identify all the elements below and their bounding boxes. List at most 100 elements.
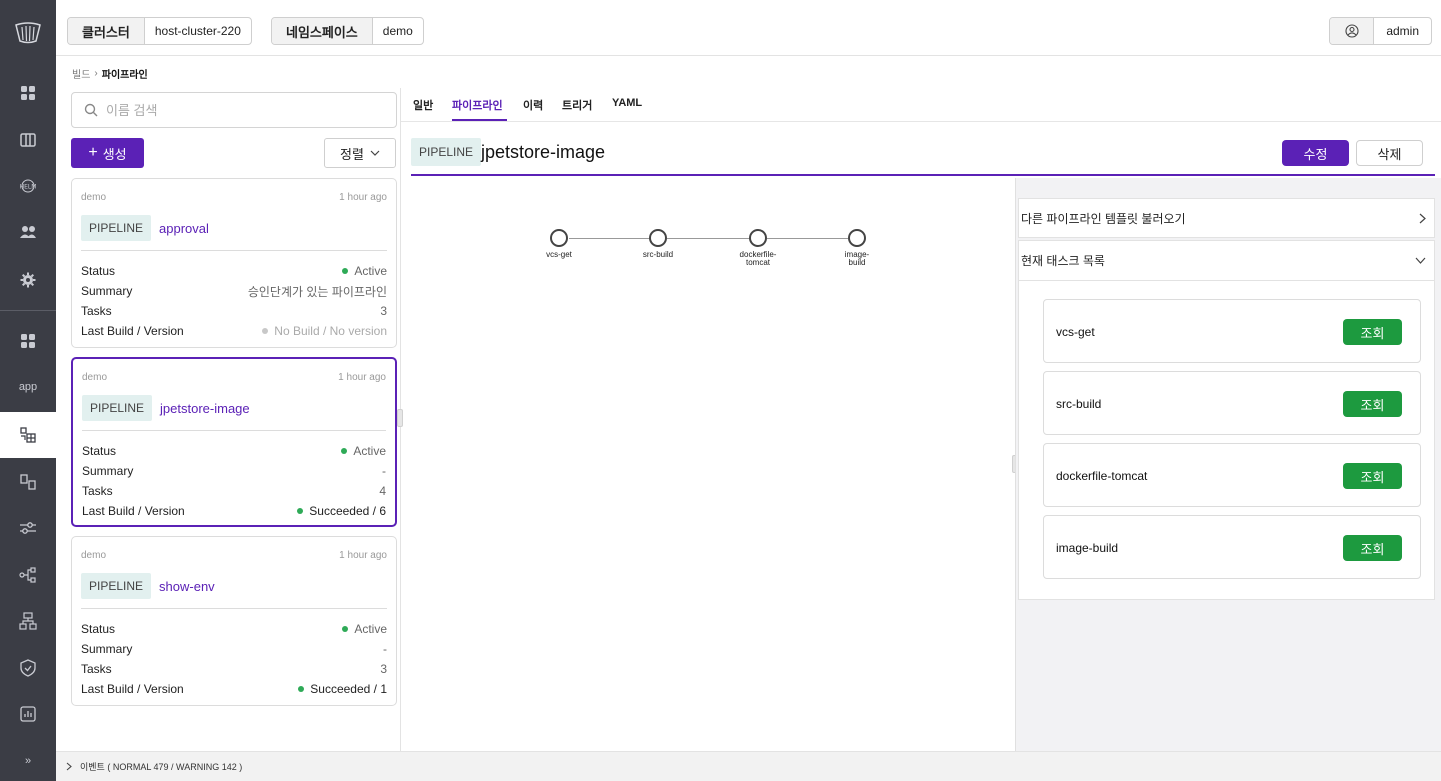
shield-icon[interactable]	[0, 645, 56, 691]
tasks-value: 3	[380, 662, 387, 676]
detail-header: PIPELINE jpetstore-image 수정 삭제	[411, 138, 1435, 176]
card-divider	[81, 250, 387, 251]
status-label: Status	[82, 444, 117, 458]
summary-label: Summary	[82, 464, 134, 478]
edit-button[interactable]: 수정	[1282, 140, 1349, 166]
tasks-row: Tasks 4	[82, 481, 386, 501]
graph-edge	[767, 238, 848, 239]
pipeline-name[interactable]: jpetstore-image	[160, 401, 250, 416]
namespace-value[interactable]: demo	[373, 18, 423, 44]
app-logo-icon[interactable]	[0, 0, 56, 66]
events-bar[interactable]: 이벤트 ( NORMAL 479 / WARNING 142 )	[56, 751, 1441, 781]
chevron-down-icon	[370, 150, 380, 156]
graph-node-src-build[interactable]	[649, 229, 667, 247]
tab-trigger[interactable]: 트리거	[562, 97, 592, 113]
user-menu[interactable]: admin	[1329, 17, 1432, 45]
pipeline-name[interactable]: approval	[159, 221, 209, 236]
user-icon[interactable]	[1330, 18, 1375, 44]
plus-icon: +	[88, 144, 98, 161]
kind-badge: PIPELINE	[81, 215, 152, 241]
status-dot-icon	[341, 448, 348, 454]
settings-gear-icon[interactable]	[0, 257, 56, 303]
summary-value: -	[382, 464, 386, 478]
pipeline-card-jpetstore-image[interactable]: demo 1 hour ago PIPELINE jpetstore-image…	[71, 357, 397, 527]
pipeline-card-show-env[interactable]: demo 1 hour ago PIPELINE show-env Status…	[71, 536, 397, 706]
status-value: Active	[354, 622, 387, 636]
status-dot-icon	[342, 626, 349, 632]
rail-app-label[interactable]: app	[0, 364, 56, 410]
tab-history[interactable]: 이력	[523, 97, 543, 113]
task-name: image-build	[1056, 541, 1119, 555]
last-build-value: Succeeded / 1	[310, 682, 387, 696]
tasks-label: Tasks	[81, 662, 112, 676]
template-load-label: 다른 파이프라인 템플릿 불러오기	[1021, 211, 1186, 226]
task-item: vcs-get 조회	[1043, 299, 1421, 363]
summary-row: Summary 승인단계가 있는 파이프라인	[81, 281, 387, 301]
namespace-label: 네임스페이스	[272, 18, 373, 44]
user-name[interactable]: admin	[1374, 18, 1431, 44]
helm-icon[interactable]: HELM	[0, 163, 56, 209]
resources-icon[interactable]	[0, 459, 56, 505]
create-button[interactable]: + 생성	[71, 138, 144, 168]
page-title: jpetstore-image	[481, 142, 606, 162]
graph-edge	[667, 238, 750, 239]
graph-node-dockerfile-tomcat[interactable]	[749, 229, 767, 247]
view-task-button[interactable]: 조회	[1343, 319, 1402, 345]
graph-node-label: vcs-get	[546, 250, 572, 259]
task-item: image-build 조회	[1043, 515, 1421, 579]
chevron-right-icon[interactable]	[66, 762, 72, 771]
status-label: Status	[81, 264, 116, 278]
graph-node-image-build[interactable]	[848, 229, 866, 247]
breadcrumb-separator: ›	[94, 68, 98, 79]
tasks-row: Tasks 3	[81, 301, 387, 321]
tab-yaml[interactable]: YAML	[612, 97, 642, 109]
report-chart-icon[interactable]	[0, 691, 56, 737]
pipeline-nav-icon[interactable]	[0, 412, 56, 458]
cluster-label: 클러스터	[68, 18, 145, 44]
sliders-icon[interactable]	[0, 505, 56, 551]
card-namespace: demo	[81, 550, 107, 561]
card-divider	[81, 608, 387, 609]
columns-icon[interactable]	[0, 117, 56, 163]
view-task-button[interactable]: 조회	[1343, 463, 1402, 489]
task-name: src-build	[1056, 397, 1102, 411]
cluster-selector[interactable]: 클러스터 host-cluster-220	[67, 17, 252, 45]
view-task-button[interactable]: 조회	[1343, 391, 1402, 417]
pipeline-card-approval[interactable]: demo 1 hour ago PIPELINE approval Status…	[71, 178, 397, 348]
tab-pipeline[interactable]: 파이프라인	[452, 97, 503, 113]
search-input[interactable]	[106, 102, 376, 118]
chevron-down-icon	[1415, 257, 1426, 264]
kind-badge: PIPELINE	[81, 573, 152, 599]
users-icon[interactable]	[0, 209, 56, 255]
status-dot-icon	[297, 508, 304, 514]
breadcrumb-parent[interactable]: 빌드	[72, 66, 90, 81]
workflow-icon[interactable]	[0, 552, 56, 598]
dashboard-icon[interactable]	[0, 70, 56, 116]
template-load-accordion[interactable]: 다른 파이프라인 템플릿 불러오기	[1018, 198, 1435, 238]
pipeline-name[interactable]: show-env	[159, 579, 215, 594]
last-build-label: Last Build / Version	[81, 324, 184, 338]
status-row: Status Active	[81, 261, 387, 281]
sort-button[interactable]: 정렬	[324, 138, 396, 168]
last-build-row: Last Build / Version No Build / No versio…	[81, 321, 387, 341]
card-namespace: demo	[82, 372, 108, 383]
cluster-value[interactable]: host-cluster-220	[145, 18, 251, 44]
task-list: vcs-get 조회 src-build 조회 dockerfile-tomca…	[1018, 280, 1435, 600]
last-build-value: Succeeded / 6	[309, 504, 386, 518]
graph-node-vcs-get[interactable]	[550, 229, 568, 247]
delete-button[interactable]: 삭제	[1356, 140, 1423, 166]
tab-general[interactable]: 일반	[413, 97, 433, 113]
svg-text:HELM: HELM	[20, 184, 37, 191]
search-box[interactable]	[71, 92, 397, 128]
view-task-button[interactable]: 조회	[1343, 535, 1402, 561]
chevron-right-icon	[1419, 213, 1426, 223]
card-updated-time: 1 hour ago	[339, 192, 387, 203]
hierarchy-icon[interactable]	[0, 598, 56, 644]
namespace-selector[interactable]: 네임스페이스 demo	[271, 17, 424, 45]
expand-rail-icon[interactable]: »	[0, 738, 56, 781]
status-value: Active	[353, 444, 386, 458]
current-tasks-accordion[interactable]: 현재 태스크 목록	[1018, 240, 1435, 280]
app-grid-icon[interactable]	[0, 318, 56, 364]
tasks-value: 4	[379, 484, 386, 498]
tasks-label: Tasks	[81, 304, 112, 318]
